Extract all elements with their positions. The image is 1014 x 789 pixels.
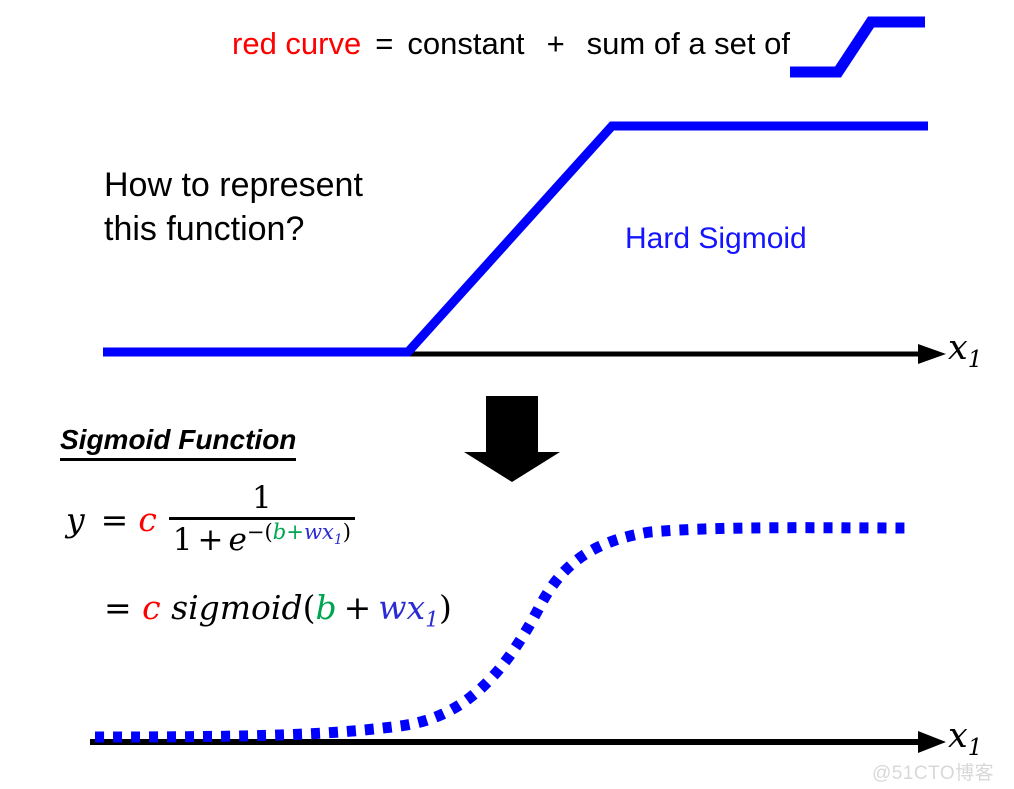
hard-sigmoid-mini-icon [790, 16, 925, 78]
sigmoid-formula-line-2: = c sigmoid(b + wx1) [104, 588, 452, 631]
formula1-exp-x: x [321, 518, 334, 544]
top-x-axis [103, 344, 946, 364]
formula1-y: y [66, 499, 85, 539]
figure-vector-layer [90, 16, 946, 753]
formula1-exp-minus-open: −( [246, 518, 273, 544]
sigmoid-function-heading: Sigmoid Function [60, 424, 297, 462]
formula2-equals: = [104, 588, 132, 627]
formula1-exp-w: w [303, 518, 322, 544]
sigmoid-formula-line-1: y = c 1 1 + e−(b+wx1) [66, 480, 355, 558]
watermark: @51CTO博客 [872, 763, 995, 784]
slide-canvas: red curve = constant + sum of a set of H… [0, 0, 1014, 789]
formula1-den-plus: + [197, 522, 224, 558]
formula1-exp-b: b [272, 518, 287, 544]
formula2-sigmoid: sigmoid [171, 588, 303, 627]
constant-term: constant [407, 26, 525, 61]
top-axis-label: x1 [948, 328, 982, 372]
sum-of-set-term: sum of a set of [586, 26, 790, 61]
formula2-open-paren: ( [302, 588, 316, 627]
formula1-exponent: −(b+wx1) [246, 518, 351, 547]
bottom-axis-label: x1 [948, 716, 982, 760]
question-line-1: How to represent [104, 166, 363, 204]
bottom-x-axis [90, 731, 946, 753]
formula1-equals: = [100, 499, 129, 539]
question-line-2: this function? [104, 209, 305, 248]
formula2-w: w [378, 588, 407, 627]
formula1-exp-sub: 1 [333, 531, 343, 548]
formula1-den-one: 1 [172, 522, 193, 558]
bottom-axis-label-x: x [948, 716, 968, 756]
formula2-close-paren: ) [438, 588, 452, 627]
formula1-c: c [138, 499, 157, 539]
formula2-sub: 1 [425, 607, 439, 633]
formula2-c: c [142, 588, 161, 627]
top-equation-line: red curve = constant + sum of a set of [0, 18, 790, 70]
formula1-numerator: 1 [252, 480, 272, 516]
formula1-denominator: 1 + e−(b+wx1) [169, 520, 355, 558]
sigmoid-curve [94, 522, 906, 743]
top-axis-label-x: x [948, 328, 968, 368]
top-plus-sign: + [546, 26, 565, 61]
top-axis-label-sub: 1 [967, 347, 983, 373]
hard-sigmoid-label: Hard Sigmoid [625, 222, 807, 255]
formula1-exp-plus: + [286, 518, 304, 544]
top-equals-sign: = [375, 26, 394, 61]
question-text: How to represent this function? [104, 164, 363, 251]
formula1-den-e: e [228, 522, 247, 558]
red-curve-term: red curve [232, 26, 362, 61]
formula2-plus: + [343, 588, 372, 627]
formula1-exp-close: ) [342, 518, 351, 544]
down-arrow-icon [464, 396, 560, 482]
formula2-x: x [406, 588, 426, 627]
formula2-b: b [315, 588, 337, 627]
formula1-fraction: 1 1 + e−(b+wx1) [168, 480, 355, 558]
